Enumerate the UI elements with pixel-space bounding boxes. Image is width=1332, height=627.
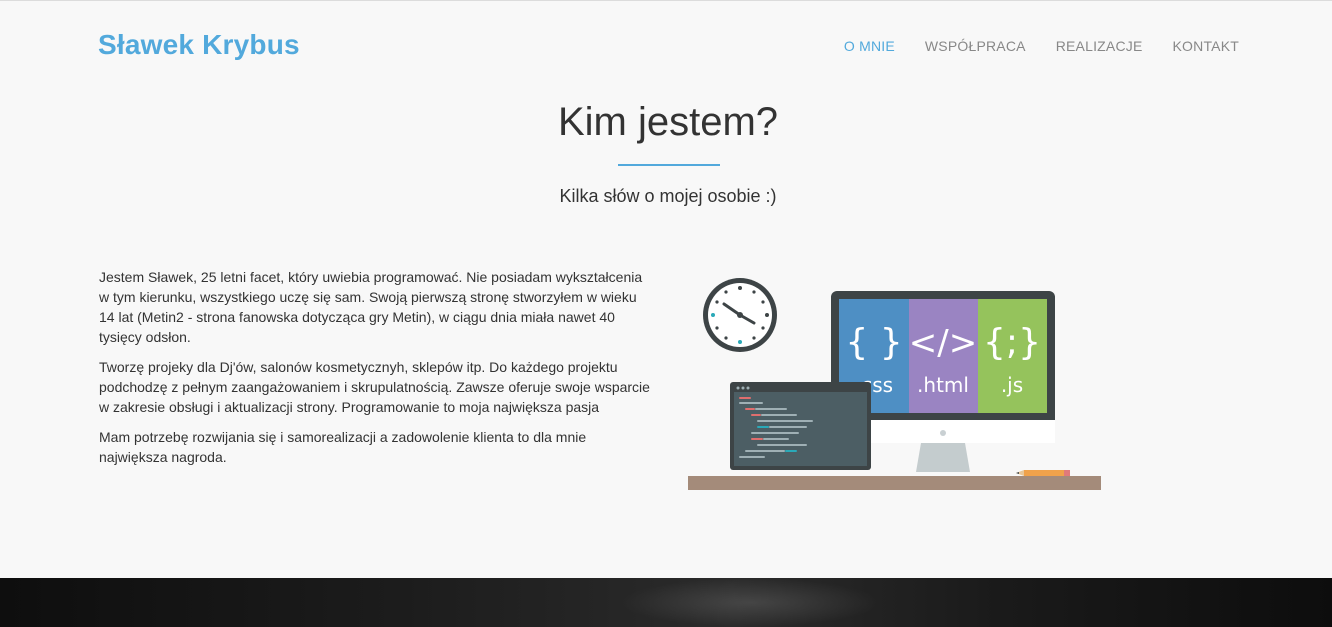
title-underline	[618, 164, 720, 166]
about-paragraph: Mam potrzebę rozwijania się i samorealiz…	[99, 429, 587, 465]
about-paragraph: Jestem Sławek, 25 letni facet, który uwi…	[99, 269, 643, 345]
nav-item-realizacje[interactable]: REALIZACJE	[1056, 38, 1143, 54]
svg-text:{;}: {;}	[983, 322, 1041, 363]
section-subtitle: Kilka słów o mojej osobie :)	[559, 186, 777, 206]
nav-item-o-mnie[interactable]: O MNIE	[844, 38, 895, 54]
about-paragraph: Tworzę projeky dla Dj'ów, salonów kosmet…	[99, 359, 650, 415]
clock-icon	[703, 278, 777, 352]
next-section-background	[0, 578, 1332, 627]
nav-item-wspolpraca[interactable]: WSPÓŁPRACA	[925, 38, 1026, 54]
svg-text:</>: </>	[909, 323, 977, 363]
svg-text:.js: .js	[1001, 373, 1023, 397]
section-title: Kim jestem?	[557, 100, 779, 144]
laptop-icon	[730, 382, 871, 470]
brand-logo[interactable]: Sławek Krybus	[98, 29, 300, 61]
about-text: Jestem Sławek, 25 letni facet, który uwi…	[99, 267, 654, 477]
developer-illustration: { } .css </> .html {;} .js	[688, 276, 1102, 492]
nav-item-kontakt[interactable]: KONTAKT	[1173, 38, 1239, 54]
svg-text:{ }: { }	[845, 322, 902, 363]
top-divider	[0, 0, 1332, 1]
svg-text:.html: .html	[917, 373, 969, 397]
main-nav: O MNIE WSPÓŁPRACA REALIZACJE KONTAKT	[844, 38, 1239, 54]
pencil-icon	[1016, 470, 1070, 476]
desk	[688, 476, 1101, 490]
